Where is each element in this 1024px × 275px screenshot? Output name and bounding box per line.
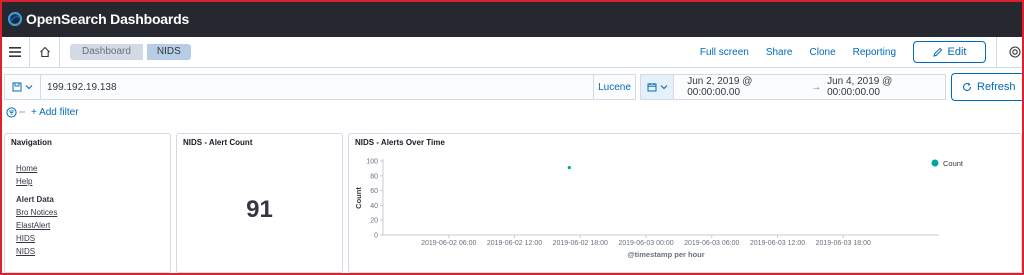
save-icon [12, 82, 22, 92]
share-link[interactable]: Share [766, 47, 793, 58]
clone-link[interactable]: Clone [810, 47, 836, 58]
query-bar: 199.192.19.138 Lucene [4, 74, 636, 100]
date-picker: Jun 2, 2019 @ 00:00:00.00 → Jun 4, 2019 … [640, 74, 946, 100]
end-date[interactable]: Jun 4, 2019 @ 00:00:00.00 [827, 76, 945, 98]
alerts-over-time-chart: 0 20 40 60 80 100 2019-06-02 06:00 2019-06-02 1… [354, 159, 964, 260]
nav-link-hids[interactable]: HIDS [16, 232, 57, 245]
reporting-link[interactable]: Reporting [853, 47, 896, 58]
start-date[interactable]: Jun 2, 2019 @ 00:00:00.00 [687, 76, 805, 98]
y-tick-label: 0 [374, 233, 378, 240]
query-language-button[interactable]: Lucene [593, 75, 635, 99]
filter-icon [6, 106, 17, 118]
edit-button-label: Edit [947, 46, 967, 58]
nav-link-nids[interactable]: NIDS [16, 245, 57, 258]
x-tick-label: 2019-06-03 12:00 [750, 240, 805, 247]
alerts-over-time-panel: NIDS - Alerts Over Time 0 20 40 60 80 100 2019… [348, 133, 1022, 273]
refresh-button[interactable]: Refresh [951, 73, 1024, 101]
panel-title: Navigation [11, 138, 52, 147]
nav-link-bro-notices[interactable]: Bro Notices [16, 206, 57, 219]
alert-count-panel: NIDS - Alert Count 91 [176, 133, 343, 273]
y-tick-label: 40 [370, 203, 378, 210]
x-axis-label: @timestamp per hour [627, 250, 704, 259]
home-button[interactable] [30, 37, 60, 67]
navigation-panel: Navigation Home Help Alert Data Bro Noti… [4, 133, 171, 273]
help-menu-button[interactable] [996, 37, 1024, 67]
app-logo[interactable]: OpenSearch Dashboards [8, 11, 189, 27]
saved-query-button[interactable] [5, 75, 41, 99]
add-filter-button[interactable]: + Add filter [31, 107, 79, 118]
dash-icon [19, 111, 25, 113]
x-tick-label: 2019-06-02 06:00 [421, 240, 476, 247]
chevron-down-icon [25, 85, 33, 90]
edit-button[interactable]: Edit [913, 41, 986, 63]
panel-title: NIDS - Alert Count [183, 138, 253, 147]
quick-select-button[interactable] [641, 75, 675, 99]
calendar-icon [647, 83, 657, 92]
help-icon [1008, 46, 1021, 58]
breadcrumb: Dashboard NIDS [70, 44, 191, 60]
nav-link-elastalert[interactable]: ElastAlert [16, 219, 57, 232]
pencil-icon [932, 47, 942, 57]
chevron-down-icon [660, 85, 667, 90]
x-tick-label: 2019-06-03 06:00 [684, 240, 739, 247]
home-icon [39, 46, 50, 58]
arrow-right-icon: → [811, 81, 822, 93]
y-tick-label: 80 [370, 173, 378, 180]
x-tick-label: 2019-06-03 00:00 [618, 240, 673, 247]
y-tick-label: 60 [370, 188, 378, 195]
refresh-icon [963, 82, 972, 92]
y-axis-label: Count [354, 187, 363, 209]
opensearch-logo-icon [8, 11, 22, 26]
hamburger-icon [8, 47, 21, 57]
nav-link-home[interactable]: Home [16, 162, 57, 175]
x-tick-label: 2019-06-03 18:00 [816, 240, 871, 247]
app-logo-text: OpenSearch Dashboards [26, 10, 190, 27]
y-tick-label: 100 [366, 159, 378, 166]
legend-swatch [931, 159, 939, 167]
x-tick-label: 2019-06-02 12:00 [487, 240, 542, 247]
breadcrumb-dashboard[interactable]: Dashboard [70, 44, 143, 60]
menu-button[interactable] [0, 37, 30, 67]
navigation-list: Home Help Alert Data Bro Notices ElastAl… [16, 162, 57, 258]
nav-section-heading: Alert Data [16, 195, 54, 204]
filter-options-button[interactable] [6, 106, 25, 118]
nav-actions: Full screen Share Clone Reporting Edit [700, 37, 1024, 67]
filter-bar: + Add filter [6, 104, 79, 120]
y-tick-label: 20 [370, 218, 378, 225]
top-header: OpenSearch Dashboards [0, 0, 1024, 37]
breadcrumb-nids: NIDS [146, 44, 191, 60]
refresh-button-label: Refresh [977, 81, 1016, 93]
search-input[interactable]: 199.192.19.138 [41, 82, 593, 93]
x-tick-label: 2019-06-02 18:00 [553, 240, 608, 247]
full-screen-link[interactable]: Full screen [700, 47, 749, 58]
nav-link-help[interactable]: Help [16, 175, 57, 188]
metric-value: 91 [246, 196, 273, 223]
nav-bar: Dashboard NIDS Full screen Share Clone R… [0, 37, 1024, 68]
legend-label: Count [943, 159, 964, 168]
data-point [567, 166, 571, 170]
